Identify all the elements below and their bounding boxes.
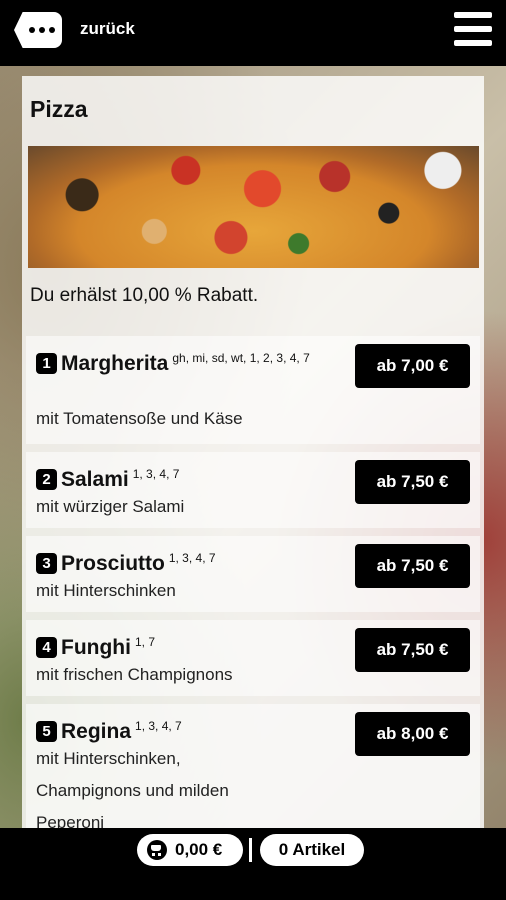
- item-header: 5 Regina 1, 3, 4, 7: [36, 712, 336, 746]
- item-name: Funghi: [61, 636, 131, 659]
- pizza-banner-image: [28, 146, 479, 268]
- top-bar: zurück: [0, 0, 506, 66]
- menu-item[interactable]: 5 Regina 1, 3, 4, 7 mit Hinterschinken, Ch…: [26, 704, 480, 828]
- item-name: Salami: [61, 468, 129, 491]
- item-header: 3 Prosciutto 1, 3, 4, 7: [36, 544, 336, 578]
- menu-item[interactable]: 2 Salami 1, 3, 4, 7 mit würziger Salami ab…: [26, 452, 480, 528]
- item-description: mit Hinterschinken, Champignons und mild…: [36, 749, 229, 828]
- cart-icon: [147, 840, 167, 860]
- item-allergens: 1, 3, 4, 7: [135, 719, 182, 733]
- item-number: 4: [36, 637, 57, 658]
- menu-item[interactable]: 1 Margherita gh, mi, sd, wt, 1, 2, 3, 4, 7…: [26, 336, 480, 444]
- price-button[interactable]: ab 7,00 €: [355, 344, 470, 388]
- item-description: mit frischen Champignons: [36, 665, 233, 684]
- discount-text: Du erhälst 10,00 % Rabatt.: [30, 285, 259, 306]
- back-label[interactable]: zurück: [80, 19, 135, 39]
- item-allergens: gh, mi, sd, wt, 1, 2, 3, 4, 7: [172, 351, 310, 365]
- content-area[interactable]: Pizza Du erhälst 10,00 % Rabatt. 1 Marghe…: [0, 66, 506, 828]
- cart-count-button[interactable]: 0 Artikel: [260, 834, 364, 866]
- price-button[interactable]: ab 8,00 €: [355, 712, 470, 756]
- item-number: 3: [36, 553, 57, 574]
- item-header: 4 Funghi 1, 7: [36, 628, 336, 662]
- item-description: mit Tomatensoße und Käse: [36, 409, 243, 428]
- item-header: 2 Salami 1, 3, 4, 7: [36, 460, 336, 494]
- item-number: 2: [36, 469, 57, 490]
- hamburger-menu-icon[interactable]: [454, 12, 492, 46]
- price-button[interactable]: ab 7,50 €: [355, 628, 470, 672]
- item-name: Prosciutto: [61, 552, 165, 575]
- menu-item[interactable]: 4 Funghi 1, 7 mit frischen Champignons ab …: [26, 620, 480, 696]
- cart-count: 0 Artikel: [278, 840, 346, 859]
- back-button[interactable]: [14, 12, 62, 48]
- price-button[interactable]: ab 7,50 €: [355, 544, 470, 588]
- page-title: Pizza: [30, 96, 88, 122]
- item-number: 5: [36, 721, 57, 742]
- item-name: Margherita: [61, 352, 169, 375]
- menu-item[interactable]: 3 Prosciutto 1, 3, 4, 7 mit Hinterschinken…: [26, 536, 480, 612]
- item-number: 1: [36, 353, 57, 374]
- item-description: mit Hinterschinken: [36, 581, 176, 600]
- item-name: Regina: [61, 720, 132, 743]
- item-header: 1 Margherita gh, mi, sd, wt, 1, 2, 3, 4, 7: [36, 344, 336, 378]
- divider: [249, 838, 252, 862]
- cart-total: 0,00 €: [175, 840, 223, 859]
- cart-total-button[interactable]: 0,00 €: [137, 834, 243, 866]
- bottom-bar: 0,00 € 0 Artikel: [0, 828, 506, 900]
- item-allergens: 1, 3, 4, 7: [132, 467, 180, 481]
- price-button[interactable]: ab 7,50 €: [355, 460, 470, 504]
- item-description: mit würziger Salami: [36, 497, 185, 516]
- item-allergens: 1, 7: [134, 635, 155, 649]
- back-dots-icon: [29, 27, 55, 33]
- item-allergens: 1, 3, 4, 7: [168, 551, 216, 565]
